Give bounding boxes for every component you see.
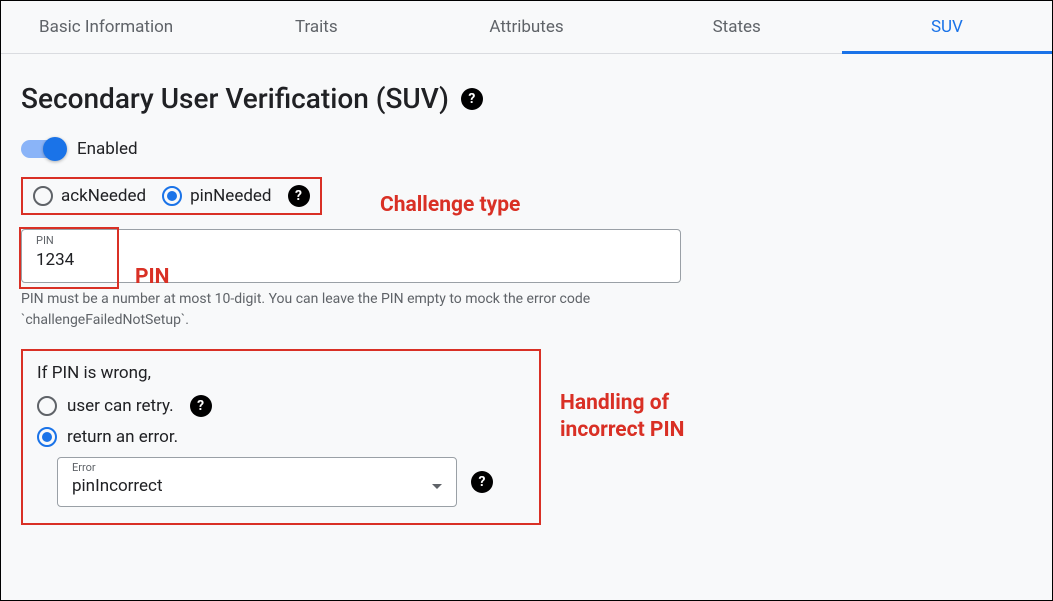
- radio-label-ack: ackNeeded: [61, 186, 146, 206]
- help-icon[interactable]: ?: [288, 185, 310, 207]
- wrong-pin-section: If PIN is wrong, user can retry. ? retur…: [21, 349, 541, 525]
- tab-states[interactable]: States: [632, 1, 842, 53]
- tab-suv[interactable]: SUV: [842, 1, 1052, 53]
- page-title: Secondary User Verification (SUV): [21, 82, 449, 115]
- help-icon[interactable]: ?: [471, 471, 493, 493]
- enabled-toggle[interactable]: [21, 140, 65, 158]
- error-select-value: pinIncorrect: [72, 476, 163, 496]
- annotation-handling: Handling of incorrect PIN: [560, 390, 700, 445]
- radio-pin-needed[interactable]: pinNeeded: [162, 186, 271, 206]
- enabled-toggle-label: Enabled: [77, 139, 138, 159]
- error-select[interactable]: Error pinIncorrect: [57, 457, 457, 507]
- tab-attributes[interactable]: Attributes: [421, 1, 631, 53]
- wrong-pin-heading: If PIN is wrong,: [37, 363, 525, 383]
- radio-icon: [37, 427, 57, 447]
- pin-helper-text: PIN must be a number at most 10-digit. Y…: [21, 289, 681, 331]
- tab-bar: Basic Information Traits Attributes Stat…: [1, 1, 1052, 54]
- annotation-pin: PIN: [135, 265, 170, 289]
- tab-traits[interactable]: Traits: [211, 1, 421, 53]
- pin-field-value: 1234: [36, 250, 74, 270]
- radio-label-error: return an error.: [67, 427, 178, 447]
- radio-label-pin: pinNeeded: [190, 186, 271, 206]
- annotation-handling-text: Handling of incorrect PIN: [560, 390, 700, 445]
- pin-field-label: PIN: [36, 234, 54, 247]
- tab-basic-information[interactable]: Basic Information: [1, 1, 211, 53]
- radio-icon: [33, 186, 53, 206]
- pin-input[interactable]: PIN 1234: [21, 229, 681, 283]
- chevron-down-icon: [432, 484, 442, 489]
- radio-icon: [37, 396, 57, 416]
- annotation-challenge-type: Challenge type: [380, 193, 520, 217]
- toggle-knob: [43, 137, 67, 161]
- help-icon[interactable]: ?: [190, 395, 212, 417]
- radio-icon: [162, 186, 182, 206]
- error-select-label: Error: [72, 461, 96, 474]
- radio-ack-needed[interactable]: ackNeeded: [33, 186, 146, 206]
- radio-user-retry[interactable]: user can retry. ?: [37, 395, 525, 417]
- challenge-type-group: ackNeeded pinNeeded ?: [21, 177, 322, 215]
- help-icon[interactable]: ?: [461, 88, 483, 110]
- radio-label-retry: user can retry.: [67, 396, 174, 416]
- radio-return-error[interactable]: return an error.: [37, 427, 525, 447]
